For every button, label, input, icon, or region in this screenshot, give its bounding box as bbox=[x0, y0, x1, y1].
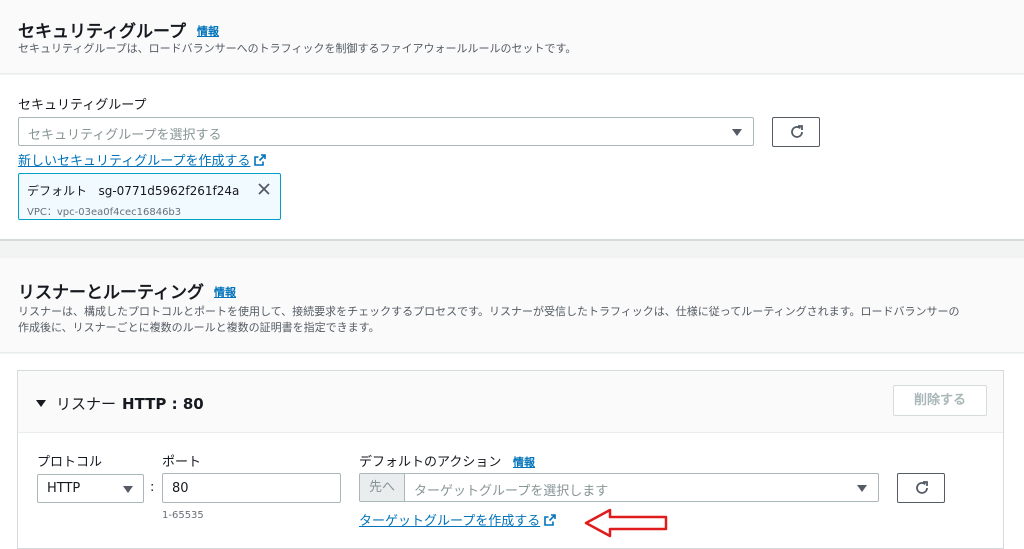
token-vpc: VPC：vpc-03ea0f4cec16846b3 bbox=[27, 207, 182, 218]
protocol-value: HTTP bbox=[47, 481, 81, 496]
protocol-select[interactable]: HTTP bbox=[37, 474, 144, 503]
dismiss-icon[interactable] bbox=[256, 181, 272, 197]
refresh-icon bbox=[916, 481, 928, 494]
refresh-icon bbox=[791, 125, 803, 138]
security-group-header: セキュリティグループ 情報 セキュリティグループは、ロードバランサーへのトラフィ… bbox=[0, 0, 1024, 74]
default-action-label: デフォルトのアクション bbox=[359, 455, 502, 470]
create-security-group-link[interactable]: 新しいセキュリティグループを作成する bbox=[18, 150, 267, 169]
port-label: ポート bbox=[162, 455, 202, 470]
listener-routing-description-line1: リスナーは、構成したプロトコルとポートを使用して、接続要求をチェックするプロセス… bbox=[18, 305, 960, 318]
security-group-select[interactable]: セキュリティグループを選択する bbox=[18, 117, 754, 146]
listener-expand-toggle[interactable]: リスナー HTTP : 80 bbox=[36, 393, 204, 414]
selected-security-group-token: デフォルト sg-0771d5962f261f24a VPC：vpc-03ea0… bbox=[18, 173, 281, 220]
external-link-icon bbox=[544, 514, 557, 526]
listener-routing-description-line2: 作成後に、リスナーごとに複数のルールと複数の証明書を指定できます。 bbox=[18, 321, 380, 334]
target-group-placeholder: ターゲットグループを選択します bbox=[414, 484, 609, 499]
security-group-title: セキュリティグループ bbox=[18, 22, 186, 42]
listener-routing-info-link[interactable]: 情報 bbox=[214, 284, 236, 300]
caret-down-icon bbox=[36, 400, 46, 407]
caret-down-icon bbox=[857, 485, 867, 492]
token-label: デフォルト sg-0771d5962f261f24a bbox=[27, 184, 240, 198]
security-group-refresh-button[interactable] bbox=[772, 117, 820, 147]
create-target-group-link[interactable]: ターゲットグループを作成する bbox=[359, 510, 557, 529]
listener-routing-header: リスナーとルーティング 情報 リスナーは、構成したプロトコルとポートを使用して、… bbox=[0, 258, 1024, 353]
port-range-hint: 1-65535 bbox=[162, 510, 204, 521]
target-prefix-label: 先へ bbox=[360, 474, 405, 501]
target-group-select[interactable]: 先へ ターゲットグループを選択します bbox=[359, 473, 879, 502]
default-action-info-link[interactable]: 情報 bbox=[513, 454, 535, 470]
security-group-select-placeholder: セキュリティグループを選択する bbox=[28, 128, 222, 143]
listener-routing-title: リスナーとルーティング bbox=[18, 283, 204, 303]
security-group-info-link[interactable]: 情報 bbox=[197, 23, 219, 39]
load-balancer-config-page: セキュリティグループ 情報 セキュリティグループは、ロードバランサーへのトラフィ… bbox=[0, 0, 1024, 549]
caret-down-icon bbox=[123, 486, 133, 493]
annotation-arrow-icon bbox=[584, 508, 668, 538]
caret-down-icon bbox=[732, 129, 742, 136]
security-group-field-label: セキュリティグループ bbox=[18, 98, 147, 113]
port-input[interactable] bbox=[162, 473, 341, 503]
listener-panel-header: リスナー HTTP : 80 削除する bbox=[18, 371, 1003, 433]
section-divider bbox=[0, 239, 1024, 241]
target-group-refresh-button[interactable] bbox=[897, 473, 945, 503]
delete-listener-button[interactable]: 削除する bbox=[893, 385, 987, 416]
protocol-port-separator: : bbox=[150, 480, 155, 495]
external-link-icon bbox=[254, 154, 267, 166]
security-group-description: セキュリティグループは、ロードバランサーへのトラフィックを制御するファイアウォー… bbox=[18, 42, 577, 55]
protocol-label: プロトコル bbox=[37, 455, 103, 470]
